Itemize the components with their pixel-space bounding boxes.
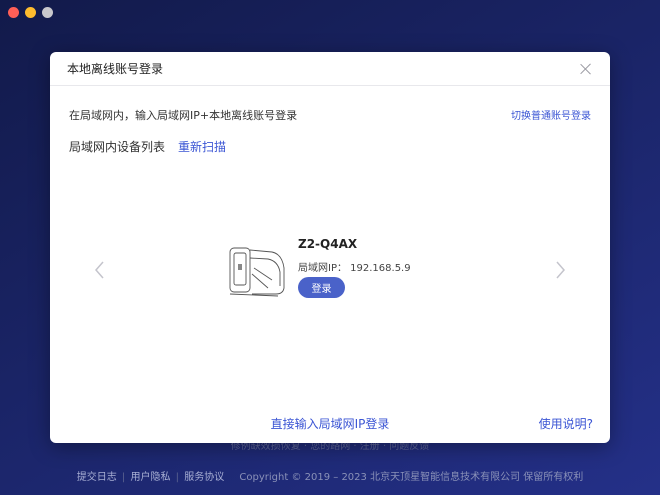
submit-log-link[interactable]: 提交日志 bbox=[77, 472, 117, 483]
offline-login-dialog: 本地离线账号登录 在局域网内，输入局域网IP+本地离线账号登录 切换普通账号登录… bbox=[50, 52, 610, 443]
dialog-header: 本地离线账号登录 bbox=[50, 52, 610, 86]
footer: 提交日志 | 用户隐私 | 服务协议 Copyright © 2019 – 20… bbox=[0, 468, 660, 483]
direct-ip-login-link[interactable]: 直接输入局域网IP登录 bbox=[50, 415, 610, 432]
device-name: Z2-Q4AX bbox=[298, 237, 358, 251]
nas-device-icon bbox=[228, 244, 288, 300]
window-controls bbox=[8, 7, 53, 18]
close-window-button[interactable] bbox=[8, 7, 19, 18]
instruction-text: 在局域网内，输入局域网IP+本地离线账号登录 bbox=[69, 109, 298, 122]
device-list-title: 局域网内设备列表 bbox=[69, 140, 166, 154]
copyright-text: Copyright © 2019 – 2023 北京天顶星智能信息技术有限公司 … bbox=[239, 472, 584, 483]
chevron-right-icon[interactable] bbox=[552, 260, 568, 280]
minimize-window-button[interactable] bbox=[25, 7, 36, 18]
login-button[interactable]: 登录 bbox=[298, 277, 345, 298]
zoom-window-button bbox=[42, 7, 53, 18]
close-icon[interactable] bbox=[579, 62, 593, 76]
footer-separator: | bbox=[121, 472, 126, 483]
footer-separator: | bbox=[175, 472, 180, 483]
chevron-left-icon[interactable] bbox=[92, 260, 108, 280]
device-ip: 局域网IP： 192.168.5.9 bbox=[298, 263, 411, 274]
privacy-link[interactable]: 用户隐私 bbox=[130, 472, 170, 483]
rescan-link[interactable]: 重新扫描 bbox=[178, 138, 226, 155]
service-agreement-link[interactable]: 服务协议 bbox=[184, 472, 224, 483]
dialog-title: 本地离线账号登录 bbox=[67, 62, 164, 76]
switch-account-link[interactable]: 切换普通账号登录 bbox=[511, 107, 591, 122]
help-link[interactable]: 使用说明? bbox=[539, 415, 593, 432]
